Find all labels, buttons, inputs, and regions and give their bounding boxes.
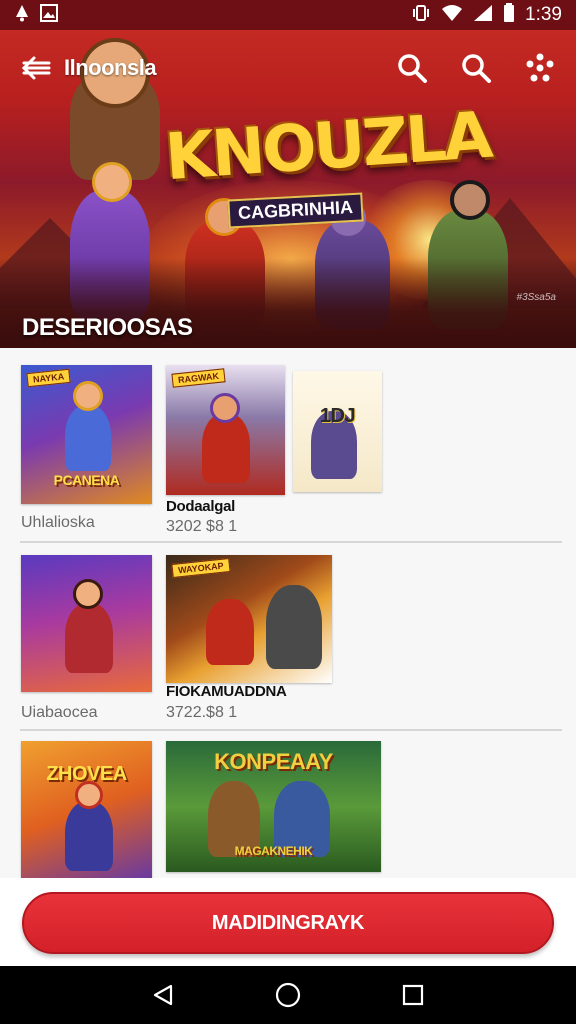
thumb-character [65,603,113,673]
home-icon[interactable] [268,975,308,1015]
search-icon[interactable] [394,50,430,86]
item-price: 3202 $8 1 [166,518,238,535]
thumb-badge: WAYOKAP [171,558,231,578]
thumb-character-head [210,393,240,423]
search-icon[interactable] [458,50,494,86]
row-divider [20,541,562,543]
thumb-title: KONPEAAY [214,749,333,774]
recents-icon[interactable] [393,975,433,1015]
cta-area: MADIDINGRAYK [0,878,576,966]
thumb-character [202,413,250,483]
system-nav-bar [0,966,576,1024]
game-card-thumbnail[interactable]: 1DJ [293,371,382,492]
game-card-thumbnail[interactable]: ZHOVEA [21,741,152,878]
row-divider [20,729,562,731]
more-icon[interactable] [522,50,558,86]
thumb-title: PCANENA [53,472,120,488]
app-toolbar: Ilnoonsla [0,48,576,88]
item-price: 3722.$8 1 [166,704,238,721]
game-card-thumbnail[interactable]: NAYKA PCANENA [21,365,152,504]
thumb-badge: RAGWAK [171,368,226,388]
hero-character-head [450,180,490,220]
hero-credit: #3Ssa5a [516,292,556,303]
thumb-badge: NAYKA [26,368,71,388]
hero-banner[interactable]: KNOUZLA CAGBRINHIA #3Ssa5a DESERIOOSAS I… [0,30,576,348]
thumb-character-head [75,781,103,809]
thumb-subtitle: MAGAKNEHIK [234,844,313,858]
thumb-character-head [73,579,103,609]
thumb-character [206,599,254,665]
thumb-character [266,585,322,669]
back-icon[interactable] [143,975,183,1015]
item-name: FIOKAMUADDNA [166,683,287,700]
item-caption: Uhlalioska [21,514,95,531]
thumb-character [65,801,113,871]
status-bar: 1:39 [0,0,576,30]
item-caption: Uiabaocea [21,704,98,721]
hero-character-head [92,162,132,202]
thumb-title: 1DJ [319,405,356,427]
vibrate-icon [411,4,431,27]
image-icon [40,3,58,27]
game-card-thumbnail[interactable]: KONPEAAY MAGAKNEHIK [166,741,381,872]
game-card-thumbnail[interactable]: WAYOKAP [166,555,332,683]
signal-icon [473,4,493,27]
item-name: Dodaalgal [166,498,235,515]
notification-icon [14,4,30,27]
thumb-character-head [73,381,103,411]
section-heading: DESERIOOSAS [22,314,193,341]
game-card-thumbnail[interactable] [21,555,152,692]
battery-icon [503,2,515,28]
app-title: Ilnoonsla [64,55,157,80]
thumb-character [65,405,111,471]
status-time: 1:39 [525,4,562,25]
back-arrow-icon[interactable] [18,50,54,86]
game-grid: NAYKA PCANENA Uhlalioska RAGWAK Dodaalga… [0,348,576,878]
game-card-thumbnail[interactable]: RAGWAK [166,365,285,495]
wifi-icon [441,4,463,27]
primary-action-button[interactable]: MADIDINGRAYK [22,892,554,954]
